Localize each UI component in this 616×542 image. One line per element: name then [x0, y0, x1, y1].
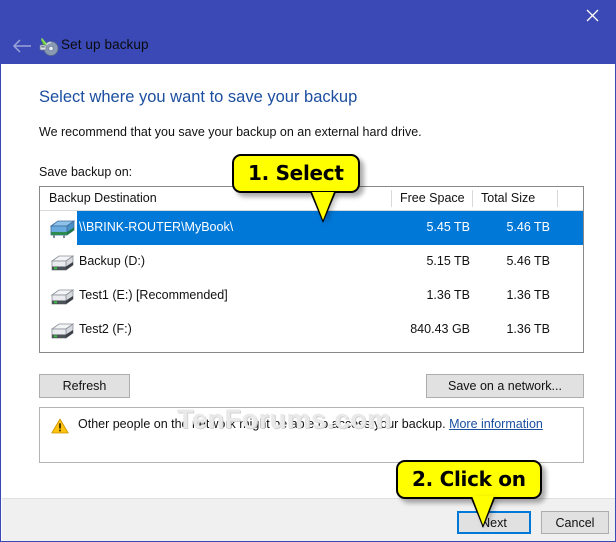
table-row[interactable]: Backup (D:) 5.15 TB 5.46 TB	[40, 245, 583, 279]
column-divider-2[interactable]	[472, 190, 473, 207]
footer-bar: Next Cancel	[2, 498, 615, 541]
hard-drive-icon	[47, 285, 77, 309]
page-title: Select where you want to save your backu…	[39, 88, 358, 106]
list-header: Backup Destination Free Space Total Size	[40, 187, 583, 211]
column-header-free-space[interactable]: Free Space	[400, 191, 465, 205]
column-header-destination[interactable]: Backup Destination	[49, 191, 157, 205]
hard-drive-icon	[47, 251, 77, 275]
row-free-space: 840.43 GB	[410, 322, 470, 336]
row-total-size: 1.36 TB	[506, 288, 550, 302]
back-arrow-icon	[12, 39, 31, 53]
row-free-space: 1.36 TB	[426, 288, 470, 302]
column-divider-1[interactable]	[391, 190, 392, 207]
column-header-total-size[interactable]: Total Size	[481, 191, 535, 205]
save-backup-on-label: Save backup on:	[39, 165, 133, 179]
row-destination-name: Test2 (F:)	[79, 322, 132, 336]
close-icon	[586, 9, 598, 22]
table-row[interactable]: Test1 (E:) [Recommended] 1.36 TB 1.36 TB	[40, 279, 583, 313]
network-drive-icon	[47, 217, 77, 241]
hard-drive-icon	[47, 319, 77, 343]
dialog-body: Select where you want to save your backu…	[2, 64, 615, 498]
row-free-space: 5.15 TB	[426, 254, 470, 268]
row-total-size: 1.36 TB	[506, 322, 550, 336]
cancel-button[interactable]: Cancel	[541, 511, 609, 534]
warning-message: Other people on the network might be abl…	[78, 417, 446, 431]
window-title: Set up backup	[61, 37, 149, 52]
next-button[interactable]: Next	[457, 511, 531, 534]
warning-text: Other people on the network might be abl…	[78, 417, 543, 431]
refresh-button[interactable]: Refresh	[39, 374, 130, 398]
back-button[interactable]	[9, 34, 35, 58]
list-rows: \\BRINK-ROUTER\MyBook\ 5.45 TB 5.46 TB B…	[40, 211, 583, 347]
row-total-size: 5.46 TB	[506, 220, 550, 234]
backup-disc-icon	[39, 36, 59, 56]
warning-triangle-icon	[51, 418, 69, 434]
row-destination-name: Test1 (E:) [Recommended]	[79, 288, 228, 302]
row-destination-name: Backup (D:)	[79, 254, 145, 268]
column-divider-3[interactable]	[557, 190, 558, 207]
row-free-space: 5.45 TB	[426, 220, 470, 234]
title-bar: Set up backup	[1, 1, 615, 64]
table-row[interactable]: Test2 (F:) 840.43 GB 1.36 TB	[40, 313, 583, 347]
save-on-network-button[interactable]: Save on a network...	[426, 374, 584, 398]
network-warning-panel: Other people on the network might be abl…	[39, 407, 584, 463]
setup-backup-window: Set up backup Select where you want to s…	[0, 0, 616, 542]
close-button[interactable]	[569, 1, 615, 30]
page-subtitle: We recommend that you save your backup o…	[39, 125, 422, 139]
backup-destination-list[interactable]: Backup Destination Free Space Total Size	[39, 186, 584, 353]
table-row[interactable]: \\BRINK-ROUTER\MyBook\ 5.45 TB 5.46 TB	[40, 211, 583, 245]
row-destination-name: \\BRINK-ROUTER\MyBook\	[79, 220, 234, 234]
more-information-link[interactable]: More information	[449, 417, 543, 431]
row-total-size: 5.46 TB	[506, 254, 550, 268]
